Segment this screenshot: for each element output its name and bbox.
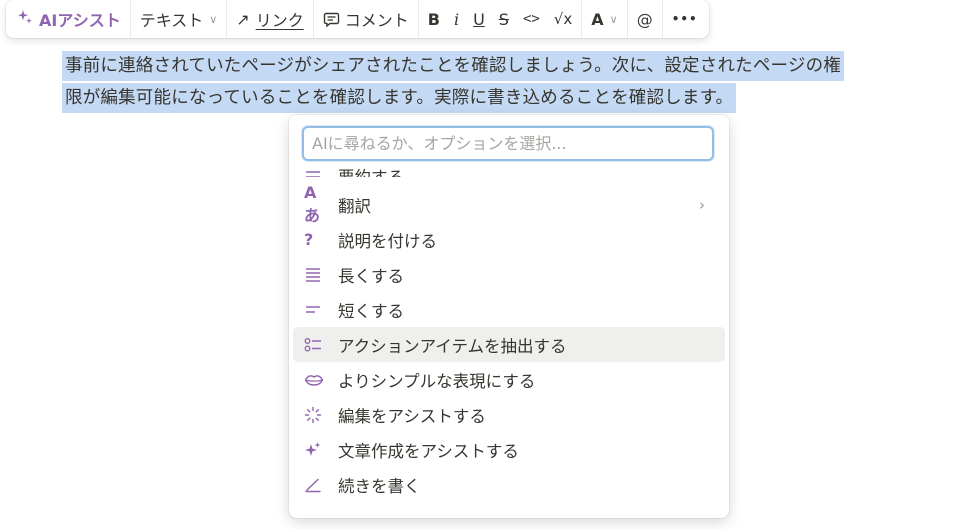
- link-button[interactable]: ↗ リンク: [229, 4, 310, 34]
- menu-item-label: よりシンプルな表現にする: [338, 371, 536, 391]
- text-type-label: テキスト: [139, 11, 204, 30]
- menu-item-label: 文章作成をアシストする: [338, 441, 519, 461]
- format-toolbar: AIアシスト テキスト ∨ ↗ リンク コメント B i U S <> √x A…: [6, 0, 709, 38]
- menu-item-label: 説明を付ける: [338, 231, 437, 251]
- menu-item-extract-action-items[interactable]: アクションアイテムを抽出する: [293, 327, 725, 362]
- ai-assist-label: AIアシスト: [39, 11, 121, 30]
- strikethrough-button[interactable]: S: [492, 4, 516, 34]
- summarize-icon: [304, 169, 328, 177]
- pen-icon: [304, 477, 328, 493]
- ai-assist-button[interactable]: AIアシスト: [10, 4, 128, 34]
- ai-menu-list: 要約する Aあ 翻訳 › ? 説明を付ける 長くする 短くする ア: [293, 151, 725, 502]
- toolbar-divider: [626, 0, 628, 38]
- inline-code-button[interactable]: <>: [516, 4, 547, 34]
- menu-item-label: 続きを書く: [338, 476, 421, 496]
- toolbar-divider: [581, 0, 583, 38]
- lengthen-icon: [304, 267, 328, 283]
- menu-item-lengthen[interactable]: 長くする: [293, 257, 725, 292]
- text-type-dropdown[interactable]: テキスト ∨: [133, 4, 225, 34]
- menu-item-label: アクションアイテムを抽出する: [338, 336, 567, 356]
- comment-button[interactable]: コメント: [316, 4, 416, 34]
- paragraph-line: 事前に連絡されていたページがシェアされたことを確認しましょう。次に、設定されたペ…: [62, 51, 844, 81]
- underline-button[interactable]: U: [466, 4, 492, 34]
- arrow-up-right-icon: ↗: [236, 9, 250, 29]
- checklist-icon: [304, 337, 328, 353]
- paragraph-line: 限が編集可能になっていることを確認します。実際に書き込めることを確認します。: [62, 83, 737, 113]
- menu-item-shorten[interactable]: 短くする: [293, 292, 725, 327]
- shorten-icon: [304, 302, 328, 318]
- text-color-label: A: [591, 9, 604, 29]
- ai-command-menu: 要約する Aあ 翻訳 › ? 説明を付ける 長くする 短くする ア: [289, 115, 729, 518]
- chevron-down-icon: ∨: [209, 12, 218, 26]
- more-options-button[interactable]: •••: [665, 4, 705, 34]
- comment-label: コメント: [344, 11, 409, 30]
- selected-paragraph[interactable]: 事前に連絡されていたページがシェアされたことを確認しましょう。次に、設定されたペ…: [62, 51, 960, 115]
- text-color-button[interactable]: A ∨: [584, 4, 624, 34]
- bold-button[interactable]: B: [421, 4, 447, 34]
- question-icon: ?: [304, 230, 314, 249]
- toolbar-divider: [417, 0, 419, 38]
- sparkle-burst-icon: [304, 406, 328, 424]
- italic-button[interactable]: i: [447, 4, 466, 34]
- toolbar-divider: [661, 0, 663, 38]
- menu-item-simplify[interactable]: よりシンプルな表現にする: [293, 362, 725, 397]
- comment-icon: [323, 11, 340, 28]
- sparkles-icon: [304, 441, 328, 459]
- menu-item-explain[interactable]: ? 説明を付ける: [293, 222, 725, 257]
- sparkles-icon: [17, 9, 33, 29]
- math-button[interactable]: √x: [547, 4, 579, 34]
- toolbar-divider: [129, 0, 131, 38]
- mention-button[interactable]: @: [630, 4, 660, 34]
- ai-prompt-input[interactable]: [302, 126, 714, 161]
- toolbar-divider: [226, 0, 228, 38]
- link-label: リンク: [255, 11, 304, 30]
- menu-item-label: 編集をアシストする: [338, 406, 486, 426]
- translate-icon: Aあ: [304, 183, 320, 225]
- menu-item-label: 長くする: [338, 266, 404, 286]
- chevron-right-icon: ›: [699, 195, 705, 214]
- menu-item-help-write[interactable]: 文章作成をアシストする: [293, 432, 725, 467]
- menu-item-label: 翻訳: [338, 196, 371, 216]
- chevron-down-icon: ∨: [609, 12, 618, 26]
- menu-item-improve-writing[interactable]: 編集をアシストする: [293, 397, 725, 432]
- menu-item-label: 短くする: [338, 301, 404, 321]
- toolbar-divider: [312, 0, 314, 38]
- menu-item-continue-writing[interactable]: 続きを書く: [293, 467, 725, 502]
- lips-icon: [304, 373, 328, 387]
- menu-item-translate[interactable]: Aあ 翻訳 ›: [293, 183, 725, 225]
